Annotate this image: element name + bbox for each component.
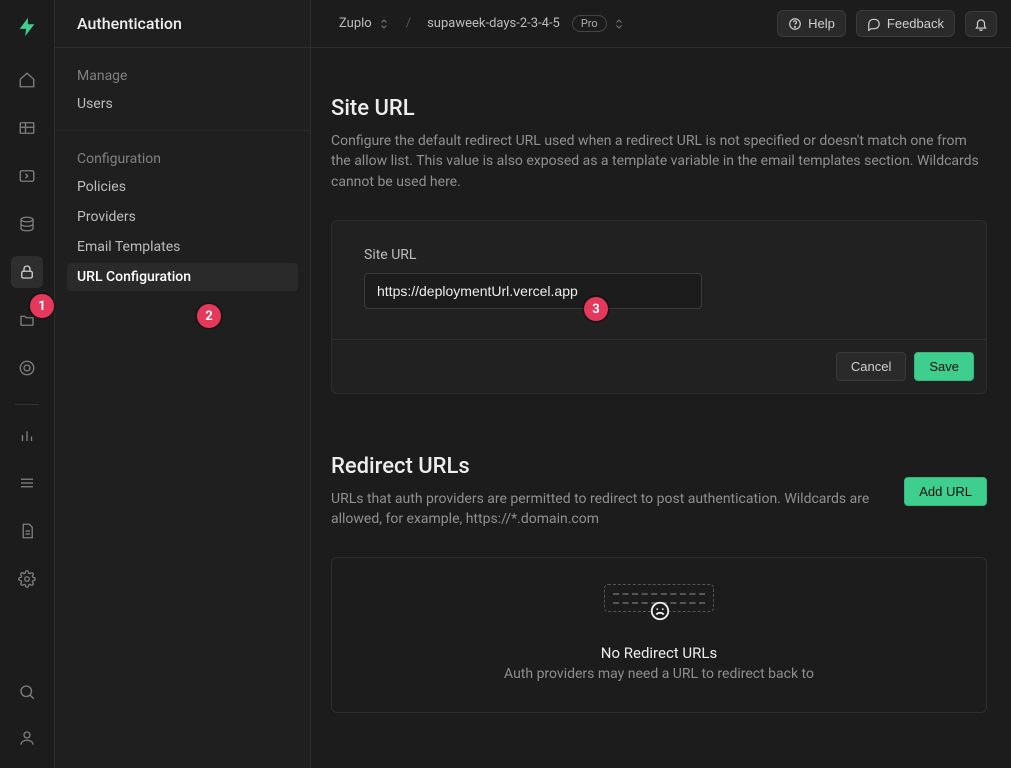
site-url-input[interactable]: [364, 273, 702, 309]
chevron-updown-icon: [378, 17, 390, 31]
help-button-label: Help: [808, 16, 835, 31]
nav-home-icon[interactable]: [11, 64, 43, 96]
annotation-pin-1: 1: [30, 294, 54, 318]
breadcrumb-org[interactable]: Zuplo: [335, 14, 394, 33]
icon-rail: [0, 0, 55, 768]
logo-icon[interactable]: [16, 16, 38, 38]
nav-logs-icon[interactable]: [11, 467, 43, 499]
site-url-panel: Site URL Cancel Save: [331, 220, 987, 394]
sidebar-item-policies[interactable]: Policies: [67, 173, 298, 201]
nav-settings-icon[interactable]: [11, 563, 43, 595]
breadcrumb-project-label: supaweek-days-2-3-4-5: [427, 16, 560, 31]
feedback-button[interactable]: Feedback: [856, 10, 955, 37]
notifications-button[interactable]: [965, 11, 997, 37]
redirect-empty-panel: No Redirect URLs Auth providers may need…: [331, 557, 987, 713]
top-bar: Zuplo / supaweek-days-2-3-4-5 Pro Help F…: [311, 0, 1011, 48]
redirect-urls-section: Redirect URLs URLs that auth providers a…: [331, 454, 987, 714]
cancel-button[interactable]: Cancel: [836, 352, 906, 381]
redirect-description: URLs that auth providers are permitted t…: [331, 489, 884, 530]
nav-table-icon[interactable]: [11, 112, 43, 144]
breadcrumb-sep: /: [404, 16, 413, 31]
annotation-pin-3: 3: [584, 297, 608, 321]
page-title: Authentication: [55, 0, 310, 48]
breadcrumb-org-label: Zuplo: [339, 16, 372, 31]
redirect-title: Redirect URLs: [331, 454, 884, 479]
nav-search-icon[interactable]: [11, 676, 43, 708]
nav-user-icon[interactable]: [11, 722, 43, 754]
site-url-field-label: Site URL: [364, 247, 954, 263]
empty-state-subtitle: Auth providers may need a URL to redirec…: [504, 666, 814, 682]
sidebar-section-manage: Manage: [55, 48, 310, 90]
nav-edge-icon[interactable]: [11, 352, 43, 384]
plan-badge: Pro: [572, 15, 607, 32]
chat-icon: [867, 17, 881, 31]
sidebar-item-providers[interactable]: Providers: [67, 203, 298, 231]
nav-auth-icon[interactable]: [11, 256, 43, 288]
breadcrumb-project[interactable]: supaweek-days-2-3-4-5 Pro: [423, 13, 629, 34]
annotation-pin-2: 2: [197, 304, 221, 328]
help-button[interactable]: Help: [777, 10, 846, 37]
sidebar-section-configuration: Configuration: [55, 131, 310, 173]
nav-sql-icon[interactable]: [11, 160, 43, 192]
save-button[interactable]: Save: [914, 352, 974, 381]
nav-database-icon[interactable]: [11, 208, 43, 240]
nav-api-icon[interactable]: [11, 515, 43, 547]
main-content: Site URL Configure the default redirect …: [311, 48, 1011, 768]
add-url-button[interactable]: Add URL: [904, 477, 987, 506]
nav-reports-icon[interactable]: [11, 419, 43, 451]
sidebar-item-email-templates[interactable]: Email Templates: [67, 233, 298, 261]
sidebar-item-users[interactable]: Users: [67, 90, 298, 118]
sidebar: Authentication Manage Users Configuratio…: [55, 0, 311, 768]
feedback-button-label: Feedback: [887, 16, 944, 31]
sidebar-item-url-configuration[interactable]: URL Configuration: [67, 263, 298, 291]
help-icon: [788, 17, 802, 31]
site-url-title: Site URL: [331, 96, 987, 121]
site-url-section: Site URL Configure the default redirect …: [331, 96, 987, 394]
site-url-description: Configure the default redirect URL used …: [331, 131, 987, 192]
frown-icon: [649, 600, 759, 622]
chevron-updown-icon: [613, 17, 625, 31]
bell-icon: [974, 17, 988, 31]
